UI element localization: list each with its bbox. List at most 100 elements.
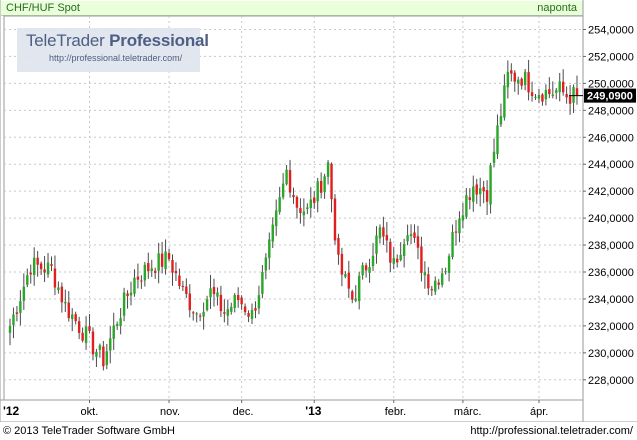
candle-body xyxy=(427,274,430,289)
candle-body xyxy=(53,268,57,288)
candle-body xyxy=(32,257,36,275)
candle-body xyxy=(523,71,527,86)
candle-body xyxy=(250,309,254,319)
candle-body xyxy=(558,81,561,93)
candle-body xyxy=(319,180,323,193)
candle-body xyxy=(416,236,420,248)
y-tick-label: 242,0000 xyxy=(588,186,634,198)
candle-body xyxy=(541,94,544,102)
candle-body xyxy=(57,287,60,291)
candle-body xyxy=(347,272,351,289)
candle-body xyxy=(503,85,506,118)
watermark-title-bold: Professional xyxy=(109,31,209,50)
candle-body xyxy=(264,257,268,271)
candle-body xyxy=(475,184,478,195)
candle-body xyxy=(153,270,157,273)
candle-body xyxy=(534,96,537,98)
candle-body xyxy=(485,190,489,202)
candle-body xyxy=(98,345,102,350)
y-tick-label: 234,0000 xyxy=(588,294,634,306)
footer: © 2013 TeleTrader Software GmbH http://p… xyxy=(0,422,637,440)
candle-body xyxy=(423,272,427,276)
x-tick-label: márc. xyxy=(454,406,482,418)
candle-body xyxy=(513,72,516,82)
candle-body xyxy=(326,162,330,177)
candle-body xyxy=(22,286,26,301)
candle-body xyxy=(468,197,472,201)
candle-body xyxy=(368,267,371,273)
candle-body xyxy=(299,208,302,214)
candle-body xyxy=(119,318,122,326)
candle-body xyxy=(385,235,389,241)
x-tick-label: nov. xyxy=(160,406,180,418)
candle-body xyxy=(129,292,133,296)
candle-body xyxy=(406,235,409,242)
candle-body xyxy=(268,239,271,258)
candle-body xyxy=(247,313,250,317)
candle-body xyxy=(71,314,74,319)
candle-body xyxy=(192,312,195,314)
candle-body xyxy=(140,280,143,282)
candle-body xyxy=(160,253,164,267)
candle-body xyxy=(88,326,91,331)
candle-body xyxy=(26,275,29,285)
teletrader-watermark: TeleTrader Professional http://professio… xyxy=(17,28,209,72)
candle-body xyxy=(181,286,185,288)
candle-body xyxy=(375,235,378,254)
candle-body xyxy=(77,321,81,333)
candle-body xyxy=(60,286,64,303)
candle-body xyxy=(575,88,579,96)
candle-body xyxy=(46,262,50,275)
candle-body xyxy=(136,276,140,280)
candle-body xyxy=(105,351,109,366)
candle-body xyxy=(357,275,361,302)
x-tick-label: '13 xyxy=(305,404,322,418)
last-value-label: 249,0900 xyxy=(587,91,633,103)
plot-area xyxy=(3,15,584,401)
candle-body xyxy=(243,306,247,313)
candle-body xyxy=(496,125,499,155)
candle-body xyxy=(333,198,337,241)
candle-body xyxy=(292,194,295,198)
watermark-title-regular: TeleTrader xyxy=(26,31,110,50)
candle-body xyxy=(185,286,188,294)
candle-body xyxy=(164,251,167,270)
candle-body xyxy=(537,95,541,99)
candle-body xyxy=(133,277,136,294)
candle-body xyxy=(548,89,551,95)
y-tick-label: 252,0000 xyxy=(588,51,634,63)
candle-body xyxy=(295,196,299,208)
footer-url-link[interactable]: http://professional.teletrader.com/ xyxy=(470,425,633,437)
candle-body xyxy=(364,265,368,271)
candle-body xyxy=(95,351,98,357)
candle-body xyxy=(198,315,202,317)
candle-body xyxy=(226,309,230,316)
y-tick-label: 254,0000 xyxy=(588,24,634,36)
candle-body xyxy=(371,255,375,267)
candle-body xyxy=(506,71,510,88)
x-tick-label: ápr. xyxy=(530,406,548,418)
candle-body xyxy=(122,292,126,316)
candle-body xyxy=(392,258,395,264)
candle-body xyxy=(202,312,205,317)
candle-body xyxy=(112,325,115,339)
candle-body xyxy=(81,332,84,341)
y-tick-label: 250,0000 xyxy=(588,78,634,90)
candle-body xyxy=(216,292,219,297)
candle-body xyxy=(19,301,22,313)
candle-body xyxy=(510,70,513,74)
candle-body xyxy=(43,269,46,273)
candle-body xyxy=(451,232,454,258)
y-tick-label: 246,0000 xyxy=(588,132,634,144)
candle-body xyxy=(302,211,306,216)
candle-body xyxy=(278,197,281,212)
candle-body xyxy=(209,288,212,298)
candle-body xyxy=(461,215,465,221)
candle-body xyxy=(478,188,482,195)
candle-body xyxy=(382,227,385,237)
candle-body xyxy=(285,169,288,185)
candle-body xyxy=(8,326,12,333)
candle-body xyxy=(39,263,43,270)
chart-frame: CHF/HUF Spot naponta 254,0000 252,0000 250… xyxy=(0,0,637,422)
candle-body xyxy=(205,299,209,311)
